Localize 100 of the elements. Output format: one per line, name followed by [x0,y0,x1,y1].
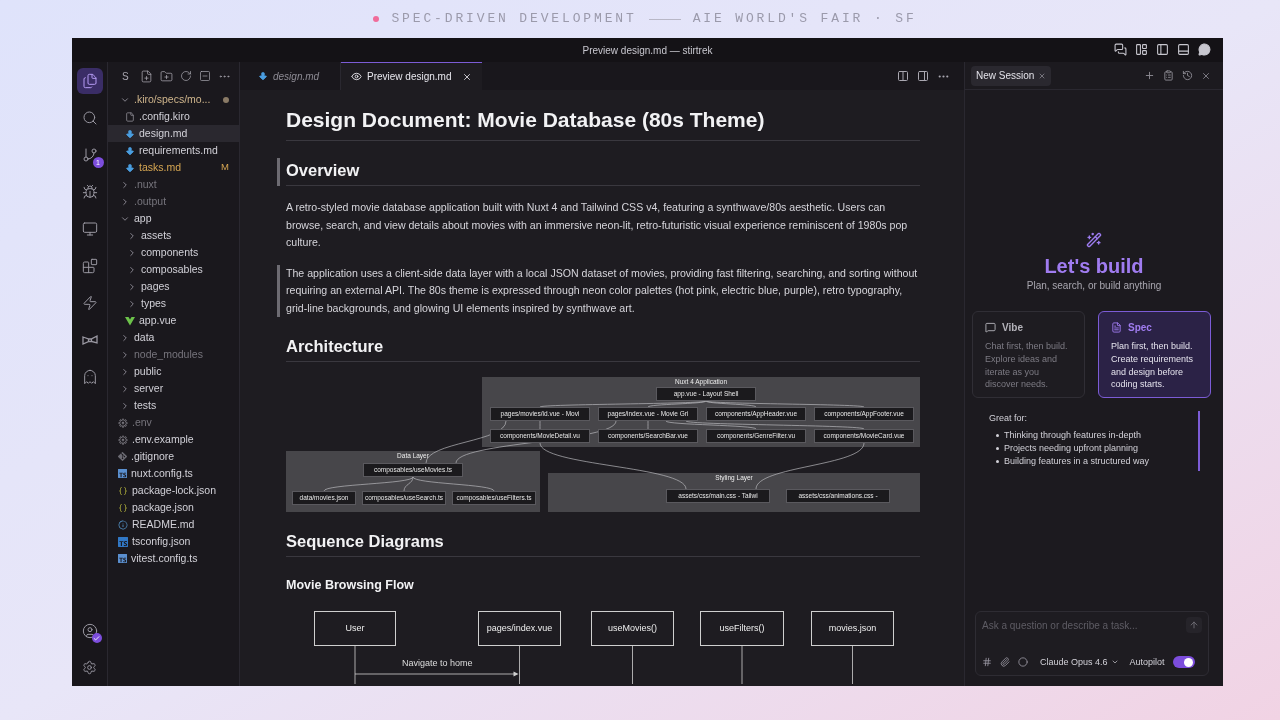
circle-icon[interactable] [1018,657,1028,668]
participant-box: useFilters() [700,611,784,646]
settings-icon [82,659,97,675]
new-file-icon[interactable] [139,69,153,83]
message-icon[interactable] [1198,43,1211,56]
mode-card[interactable]: Spec Plan first, then build. Create requirements and design before coding starts. [1098,311,1211,398]
panel-title: S [122,69,129,84]
message-label: Navigate to home [401,657,473,669]
paragraph: A retro-styled movie database application built with Nuxt 4 and Tailwind CSS v4, featuring a synthwave/80s aesthetic. Users can browse, search, and view details about movies with an immersive neon-lit, retro-futuristic visual experience reminiscent of 1980s pop culture. [286,200,909,250]
autopilot-toggle[interactable] [1172,656,1195,669]
close-icon[interactable] [462,71,473,82]
gear-file-icon [118,417,128,428]
send-button[interactable] [1186,617,1202,633]
folder-item[interactable]: .kiro/specs/mo... [108,91,239,108]
close-icon[interactable] [1201,70,1211,81]
file-item[interactable]: README.md [108,516,239,533]
session-tab[interactable]: New Session [971,65,1052,86]
mode-card[interactable]: Vibe Chat first, then build. Explore ideas and iterate as you discover needs. [972,311,1085,398]
folder-item[interactable]: pages [108,278,239,295]
refresh-icon[interactable] [179,70,192,82]
bug-icon [81,184,98,200]
editor-tab[interactable]: Preview design.md [341,62,483,90]
document-title: Design Document: Movie Database (80s Theme) [286,106,920,141]
folder-item[interactable]: app [108,210,239,227]
bullet-icon [996,434,999,437]
layout-icon[interactable] [1135,43,1148,56]
file-item[interactable]: .config.kiro [108,108,239,125]
split-editor-icon[interactable] [897,70,909,82]
info-file-icon [118,519,128,530]
blocks-icon [81,258,98,274]
file-item[interactable]: .env.example [108,431,239,448]
bullet-icon [996,460,999,463]
banner-title: SPEC-DRIVEN DEVELOPMENT [391,10,637,29]
file-item[interactable]: nuxt.config.ts [108,465,239,482]
sidebar-toggle-icon[interactable] [1156,43,1169,56]
participant-box: pages/index.vue [478,611,561,646]
markdown-file-icon [125,162,135,173]
preview-icon [351,71,362,82]
hero-subtitle: Plan, search, or build anything [1026,279,1162,293]
file-item[interactable]: app.vue [108,312,239,329]
model-selector[interactable]: Claude Opus 4.6 [1040,655,1119,669]
paperclip-icon[interactable] [1000,657,1010,668]
files-icon [81,73,98,89]
history-icon[interactable] [1182,70,1193,81]
file-item[interactable]: .gitignore [108,448,239,465]
paragraph: The application uses a client-side data layer with a local JSON dataset of movies, providing fast filtering, searching, and sorting without requiring an external API. The 80s theme is expressed through neon color palettes (hot pink, electric blue, purple), retro typography, grid-line backgrounds, and glowing UI elements inspired by synthwave art. [286,265,919,316]
markdown-file-icon [125,128,135,139]
file-item[interactable]: .env [108,414,239,431]
typescript-file-icon [118,536,128,547]
mode-description: Chat first, then build. Explore ideas and iterate as you discover needs. [985,340,1069,392]
file-item[interactable]: requirements.md [108,142,239,159]
folder-item[interactable]: components [108,244,239,261]
json-file-icon [118,502,128,513]
folder-item[interactable]: .nuxt [108,176,239,193]
folder-item[interactable]: data [108,329,239,346]
file-item[interactable]: package.json [108,499,239,516]
lifeline [852,645,853,684]
folder-item[interactable]: server [108,380,239,397]
chat-bubble-icon [985,322,996,333]
file-item[interactable]: tsconfig.json [108,533,239,550]
git-file-icon [118,452,127,461]
folder-item[interactable]: .output [108,193,239,210]
banner-subtitle: AIE WORLD'S FAIR · SF [692,10,917,29]
chat-input[interactable]: Ask a question or describe a task... [982,617,1186,633]
bowtie-icon [81,332,98,348]
mode-description: Plan first, then build. Create requirements and design before coding starts. [1111,340,1195,392]
folder-item[interactable]: types [108,295,239,312]
folder-item[interactable]: public [108,363,239,380]
clipboard-icon[interactable] [1163,70,1174,81]
typescript-file-icon [118,469,127,478]
hero-heading: Let's build [1044,254,1144,279]
json-file-icon [118,485,128,496]
hash-icon[interactable] [982,657,992,668]
side-panel-icon[interactable] [917,70,929,82]
file-item[interactable]: tasks.md M [108,159,239,176]
account-icon [81,623,98,639]
folder-item[interactable]: assets [108,227,239,244]
plus-icon[interactable] [1144,70,1155,81]
lifeline [519,645,520,684]
folder-item[interactable]: node_modules [108,346,239,363]
typescript-file-icon [118,554,127,563]
collapse-icon[interactable] [198,70,211,82]
panel-toggle-icon[interactable] [1177,43,1190,56]
list-item: Building features in a structured way [1004,455,1150,468]
document-icon [1111,322,1122,333]
chat-icon[interactable] [1114,43,1127,56]
markdown-file-icon [125,145,135,156]
vue-file-icon [125,315,135,326]
activity-button[interactable] [76,68,103,94]
gear-file-icon [118,434,128,445]
connector-line [647,420,649,430]
search-icon [81,110,98,126]
section-heading: Overview [286,158,920,186]
file-item[interactable]: vitest.config.ts [108,550,239,567]
list-item: Projects needing upfront planning [1004,442,1139,455]
folder-item[interactable]: tests [108,397,239,414]
new-folder-icon[interactable] [159,69,173,83]
folder-item[interactable]: composables [108,261,239,278]
file-item[interactable]: design.md [108,125,239,142]
file-item[interactable]: package-lock.json [108,482,239,499]
